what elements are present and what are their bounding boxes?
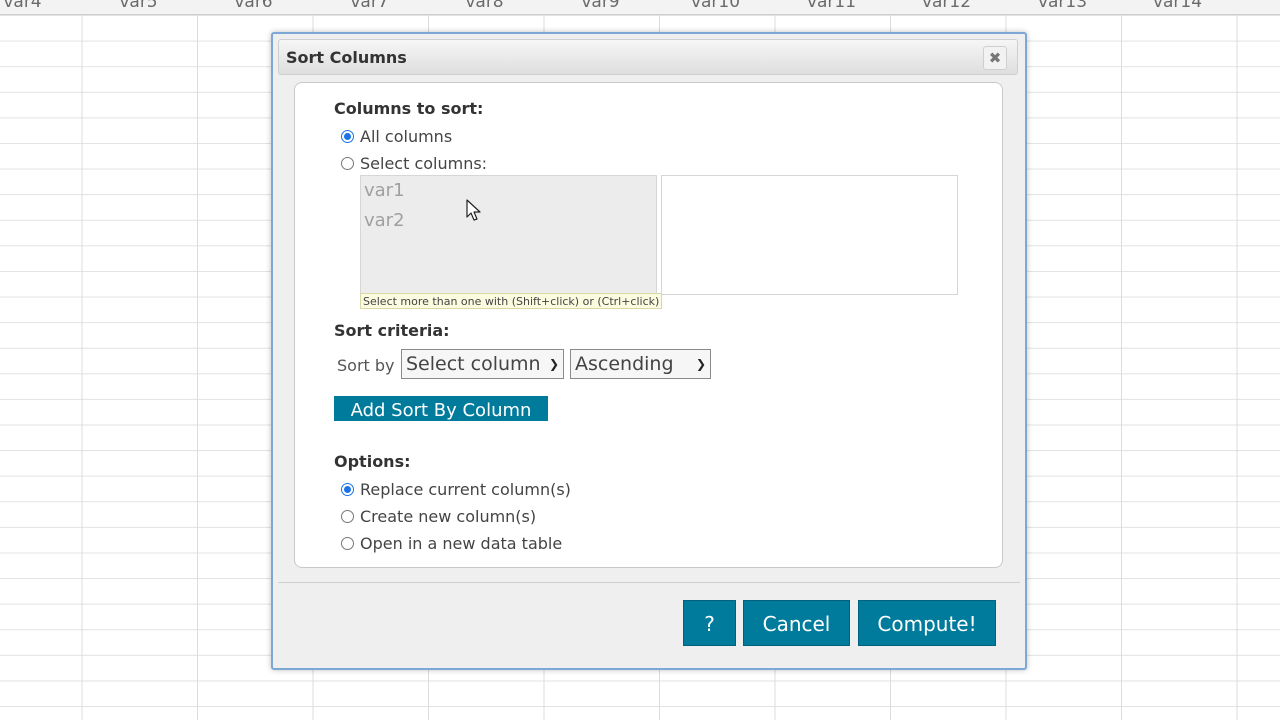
radio-new-data-table[interactable]: Open in a new data table: [341, 534, 562, 553]
radio-select-columns[interactable]: Select columns:: [341, 154, 487, 173]
radio-label: Open in a new data table: [360, 534, 563, 553]
cancel-button[interactable]: Cancel: [743, 600, 850, 646]
dialog-content: Columns to sort: All columns Select colu…: [294, 82, 1003, 568]
sort-column-select[interactable]: Select column ❯: [401, 349, 564, 379]
selected-columns-list[interactable]: [661, 175, 958, 295]
dialog-title: Sort Columns: [286, 48, 407, 67]
column-header[interactable]: var13: [1005, 0, 1120, 12]
radio-all-columns[interactable]: All columns: [341, 127, 452, 146]
column-header[interactable]: var11: [774, 0, 889, 12]
column-header[interactable]: var8: [427, 0, 542, 12]
column-header[interactable]: var12: [889, 0, 1004, 12]
chevron-down-icon: ❯: [548, 357, 559, 371]
column-header[interactable]: var7: [312, 0, 427, 12]
radio-create-columns[interactable]: Create new column(s): [341, 507, 536, 526]
dialog-titlebar[interactable]: Sort Columns ✖: [278, 39, 1018, 75]
compute-button[interactable]: Compute!: [858, 600, 996, 646]
sort-criteria-label: Sort criteria:: [334, 321, 450, 340]
radio-button[interactable]: [341, 510, 354, 523]
column-header-row: var4 var5 var6 var7 var8 var9 var10 var1…: [0, 0, 1280, 15]
column-header[interactable]: var5: [81, 0, 196, 12]
column-header[interactable]: var6: [196, 0, 311, 12]
add-sort-by-column-button[interactable]: Add Sort By Column: [334, 396, 548, 421]
column-header[interactable]: var10: [658, 0, 773, 12]
radio-button[interactable]: [341, 130, 354, 143]
sort-columns-dialog: Sort Columns ✖ Columns to sort: All colu…: [271, 32, 1027, 670]
radio-replace-columns[interactable]: Replace current column(s): [341, 480, 571, 499]
available-columns-list[interactable]: var1 var2: [360, 175, 657, 295]
radio-button[interactable]: [341, 537, 354, 550]
radio-label: Select columns:: [360, 154, 488, 173]
select-value: Ascending: [575, 353, 674, 375]
footer-separator: [278, 582, 1020, 583]
list-item[interactable]: var1: [361, 176, 656, 206]
sort-by-label: Sort by: [337, 356, 395, 375]
close-icon[interactable]: ✖: [983, 46, 1007, 70]
radio-button[interactable]: [341, 157, 354, 170]
columns-to-sort-label: Columns to sort:: [334, 99, 484, 118]
radio-button[interactable]: [341, 483, 354, 496]
radio-label: Create new column(s): [360, 507, 537, 526]
options-label: Options:: [334, 452, 411, 471]
list-item[interactable]: var2: [361, 206, 656, 236]
selection-hint-tooltip: Select more than one with (Shift+click) …: [360, 293, 663, 309]
column-header[interactable]: var9: [543, 0, 658, 12]
help-button[interactable]: ?: [683, 600, 736, 646]
column-header[interactable]: var4: [0, 0, 80, 12]
radio-label: All columns: [360, 127, 453, 146]
column-header[interactable]: var14: [1120, 0, 1235, 12]
sort-order-select[interactable]: Ascending ❯: [570, 349, 711, 379]
select-value: Select column: [406, 353, 541, 375]
mouse-cursor-icon: [466, 199, 481, 221]
radio-label: Replace current column(s): [360, 480, 571, 499]
chevron-down-icon: ❯: [695, 357, 706, 371]
